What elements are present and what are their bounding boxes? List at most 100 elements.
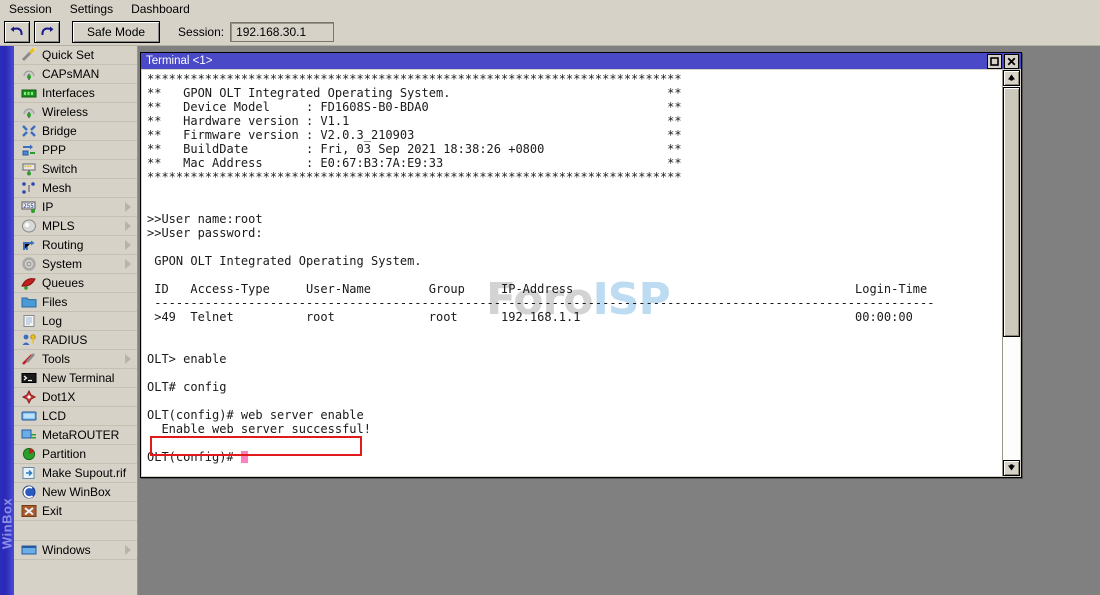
- sidebar-item-label: Files: [42, 295, 68, 309]
- sidebar-item-switch[interactable]: Switch: [14, 160, 137, 179]
- lcd-screen-icon: [20, 409, 37, 424]
- routing-arrows-icon: [20, 238, 37, 253]
- window-icon: [20, 543, 37, 558]
- terminal-text: ****************************************…: [147, 72, 935, 464]
- toolbar: Safe Mode Session: 192.168.30.1: [0, 19, 1100, 46]
- sidebar-item-dot1x[interactable]: Dot1X: [14, 388, 137, 407]
- window-controls: [987, 54, 1019, 69]
- sidebar-item-label: New WinBox: [42, 485, 111, 499]
- scroll-down-button[interactable]: [1003, 460, 1020, 476]
- terminal-vertical-scrollbar[interactable]: [1002, 70, 1020, 476]
- maximize-button[interactable]: [987, 54, 1002, 69]
- ppp-link-icon: [20, 143, 37, 158]
- menu-item-session[interactable]: Session: [0, 0, 61, 19]
- supout-icon: [20, 466, 37, 481]
- winbox-application: Session Settings Dashboard Safe Mode Ses…: [0, 0, 1100, 595]
- log-list-icon: [20, 314, 37, 329]
- undo-arrow-icon: [10, 26, 24, 39]
- sidebar-item-label: System: [42, 257, 83, 271]
- scroll-up-icon: [1007, 71, 1016, 85]
- sidebar-item-make-supout-rif[interactable]: Make Supout.rif: [14, 464, 137, 483]
- sidebar-item-tools[interactable]: Tools: [14, 350, 137, 369]
- close-button[interactable]: [1004, 54, 1019, 69]
- tools-wrench-icon: [20, 352, 37, 367]
- sidebar-item-label: Tools: [42, 352, 71, 366]
- scroll-up-button[interactable]: [1003, 70, 1020, 86]
- sidebar-item-label: New Terminal: [42, 371, 115, 385]
- sidebar-item-label: Dot1X: [42, 390, 76, 404]
- menu-bar: Session Settings Dashboard: [0, 0, 1100, 19]
- sidebar-item-label: Wireless: [42, 105, 89, 119]
- mpls-disc-icon: [20, 219, 37, 234]
- sidebar-item-label: Interfaces: [42, 86, 95, 100]
- menu-item-dashboard[interactable]: Dashboard: [122, 0, 199, 19]
- scroll-down-icon: [1007, 461, 1016, 475]
- sidebar-item-label: Bridge: [42, 124, 77, 138]
- menu-item-settings[interactable]: Settings: [61, 0, 122, 19]
- sidebar-item-log[interactable]: Log: [14, 312, 137, 331]
- sidebar-item-label: IP: [42, 200, 54, 214]
- chevron-right-icon: [125, 221, 131, 231]
- sidebar-item-capsman[interactable]: CAPsMAN: [14, 65, 137, 84]
- exit-icon: [20, 504, 37, 519]
- switch-icon: [20, 162, 37, 177]
- sidebar-item-label: MPLS: [42, 219, 75, 233]
- sidebar-item-label: RADIUS: [42, 333, 88, 347]
- folder-icon: [20, 295, 37, 310]
- sidebar-item-quick-set[interactable]: Quick Set: [14, 46, 137, 65]
- redo-button[interactable]: [34, 21, 60, 43]
- sidebar-item-radius[interactable]: RADIUS: [14, 331, 137, 350]
- terminal-title-label: Terminal <1>: [146, 54, 213, 67]
- sidebar-item-windows[interactable]: Windows: [14, 541, 137, 560]
- magic-wand-icon: [20, 48, 37, 63]
- terminal-output-area[interactable]: ForoISP ********************************…: [142, 70, 1005, 476]
- close-icon: [1007, 55, 1016, 69]
- sidebar-item-label: Exit: [42, 504, 63, 518]
- sidebar-item-wireless[interactable]: Wireless: [14, 103, 137, 122]
- sidebar-item-label: MetaROUTER: [42, 428, 120, 442]
- session-address-field[interactable]: 192.168.30.1: [230, 22, 335, 42]
- scrollbar-thumb[interactable]: [1003, 87, 1020, 337]
- antenna-icon: [20, 105, 37, 120]
- sidebar-item-partition[interactable]: Partition: [14, 445, 137, 464]
- sidebar-item-exit[interactable]: Exit: [14, 502, 137, 521]
- sidebar-item-interfaces[interactable]: Interfaces: [14, 84, 137, 103]
- terminal-title-bar[interactable]: Terminal <1>: [141, 53, 1021, 69]
- chevron-right-icon: [125, 354, 131, 364]
- sidebar-item-queues[interactable]: Queues: [14, 274, 137, 293]
- undo-button[interactable]: [4, 21, 30, 43]
- sidebar-item-system[interactable]: System: [14, 255, 137, 274]
- mesh-nodes-icon: [20, 181, 37, 196]
- sidebar-spacer: [14, 521, 137, 541]
- sidebar-item-label: Queues: [42, 276, 85, 290]
- svg-text:255: 255: [23, 203, 34, 210]
- chevron-right-icon: [125, 240, 131, 250]
- sidebar-item-label: Make Supout.rif: [42, 466, 127, 480]
- user-key-icon: [20, 333, 37, 348]
- sidebar-item-mpls[interactable]: MPLS: [14, 217, 137, 236]
- sidebar-item-mesh[interactable]: Mesh: [14, 179, 137, 198]
- winbox-brand-label: WinBox: [0, 497, 15, 550]
- sidebar-item-label: LCD: [42, 409, 67, 423]
- redo-arrow-icon: [40, 26, 54, 39]
- winbox-swirl-icon: [20, 485, 37, 500]
- network-card-icon: [20, 86, 37, 101]
- sidebar-item-ppp[interactable]: PPP: [14, 141, 137, 160]
- sidebar-item-lcd[interactable]: LCD: [14, 407, 137, 426]
- winbox-brand-strip: WinBox: [0, 46, 15, 595]
- sidebar-item-label: Routing: [42, 238, 84, 252]
- sidebar-item-bridge[interactable]: Bridge: [14, 122, 137, 141]
- sidebar-item-files[interactable]: Files: [14, 293, 137, 312]
- sidebar-item-routing[interactable]: Routing: [14, 236, 137, 255]
- sidebar-item-label: PPP: [42, 143, 67, 157]
- safe-mode-button[interactable]: Safe Mode: [72, 21, 161, 43]
- queues-icon: [20, 276, 37, 291]
- sidebar-item-label: Log: [42, 314, 63, 328]
- chevron-right-icon: [125, 202, 131, 212]
- sidebar-item-new-terminal[interactable]: New Terminal: [14, 369, 137, 388]
- sidebar-item-ip[interactable]: 255 IP: [14, 198, 137, 217]
- maximize-icon: [990, 55, 999, 69]
- sidebar-item-new-winbox[interactable]: New WinBox: [14, 483, 137, 502]
- sidebar-item-metarouter[interactable]: MetaROUTER: [14, 426, 137, 445]
- sidebar-menu: Quick Set CAPsMAN Interfaces Wireless Bridge…: [14, 46, 138, 595]
